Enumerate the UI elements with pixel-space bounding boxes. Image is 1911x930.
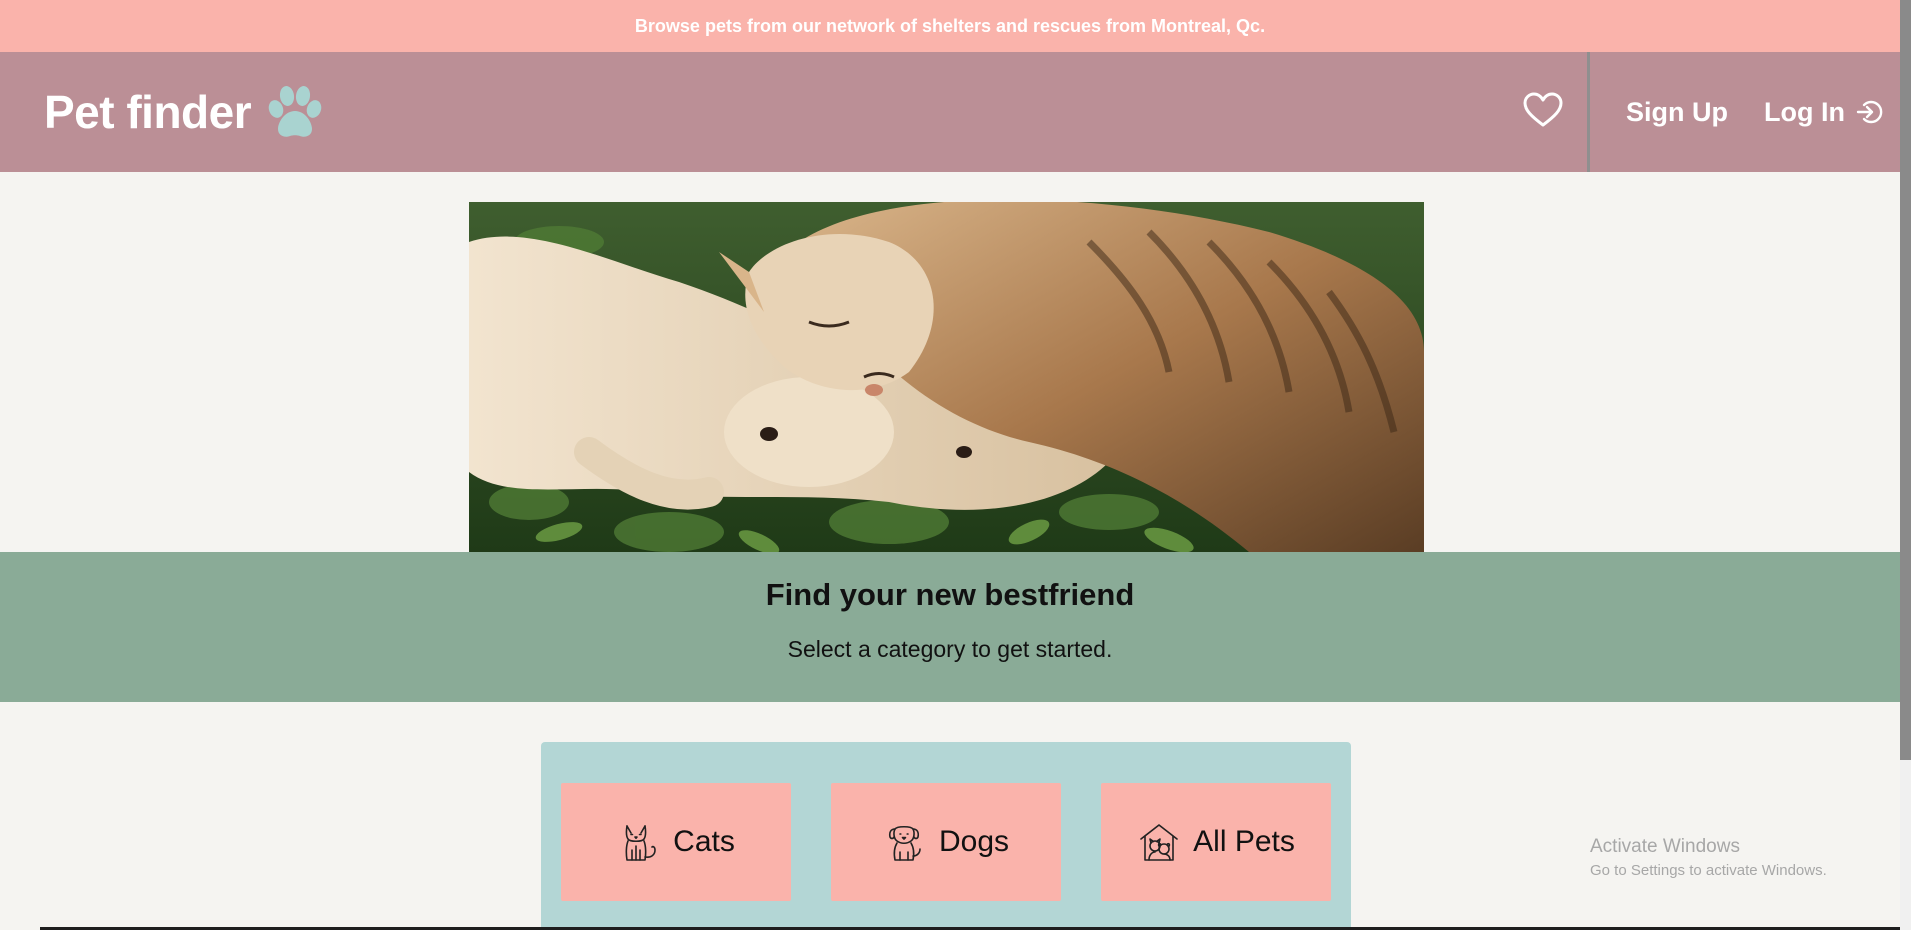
tagline-subtitle: Select a category to get started.	[787, 636, 1113, 662]
tagline-section: Find your new bestfriend Select a catego…	[0, 552, 1900, 702]
pet-house-icon	[1140, 824, 1178, 861]
watermark-subtitle: Go to Settings to activate Windows.	[1590, 862, 1827, 879]
category-label-cats: Cats	[673, 825, 735, 858]
category-label-dogs: Dogs	[938, 825, 1010, 858]
category-button-all-pets[interactable]: All Pets	[1101, 783, 1331, 901]
cat-icon	[625, 825, 656, 861]
announcement-text: Browse pets from our network of shelters…	[634, 15, 1266, 36]
category-button-dogs[interactable]: Dogs	[831, 783, 1061, 901]
header-divider	[1587, 52, 1590, 172]
windows-activation-watermark: Activate Windows Go to Settings to activ…	[1590, 836, 1827, 879]
logo-text: Pet finder	[44, 86, 252, 138]
site-header: Pet finder Sign Up Log In	[0, 52, 1900, 172]
login-link[interactable]: Log In	[1764, 94, 1883, 130]
login-label: Log In	[1764, 96, 1845, 127]
dog-icon	[888, 825, 921, 861]
favorites-button[interactable]	[1522, 90, 1564, 130]
tagline-title: Find your new bestfriend	[765, 577, 1135, 612]
logo[interactable]: Pet finder	[44, 86, 325, 138]
page: Browse pets from our network of shelters…	[0, 0, 1911, 930]
category-button-cats[interactable]: Cats	[561, 783, 791, 901]
signup-link[interactable]: Sign Up	[1626, 94, 1728, 130]
announcement-bar: Browse pets from our network of shelters…	[0, 0, 1900, 52]
category-panel: Cats Dogs All Pets	[541, 742, 1351, 930]
hero-image	[469, 202, 1424, 552]
category-label-all-pets: All Pets	[1193, 825, 1295, 858]
watermark-title: Activate Windows	[1590, 836, 1740, 857]
paw-icon	[265, 84, 325, 140]
scrollbar-thumb[interactable]	[1900, 0, 1911, 760]
heart-icon	[1523, 92, 1563, 127]
login-icon	[1856, 100, 1883, 124]
